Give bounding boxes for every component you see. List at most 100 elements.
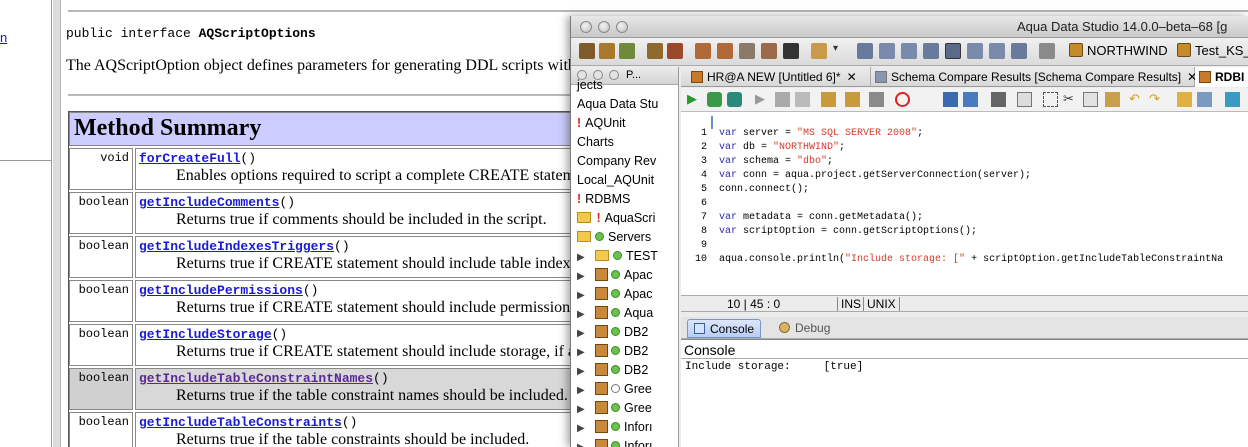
grid-icon[interactable] bbox=[923, 43, 939, 59]
tool-icon[interactable] bbox=[1225, 92, 1240, 107]
code-line[interactable]: aqua.console.println("Include storage: [… bbox=[719, 254, 1223, 265]
expand-arrow-icon[interactable]: ▶ bbox=[577, 381, 589, 400]
breakpoint-icon[interactable] bbox=[895, 92, 910, 107]
database-selector-test[interactable]: Test_KS_ bbox=[1177, 43, 1248, 58]
code-line[interactable]: var metadata = conn.getMetadata(); bbox=[719, 212, 923, 223]
tree-item[interactable]: jects bbox=[571, 76, 678, 95]
close-window-button[interactable] bbox=[580, 21, 592, 33]
tab-hr-new[interactable]: HR@A NEW [Untitled 6]* ✕ bbox=[687, 67, 871, 87]
query-icon[interactable] bbox=[783, 43, 799, 59]
redo-icon[interactable]: ↷ bbox=[1149, 92, 1164, 107]
step-into-icon[interactable] bbox=[845, 92, 860, 107]
expand-arrow-icon[interactable]: ▶ bbox=[577, 286, 589, 305]
tree-item[interactable]: ▶ Apac bbox=[571, 285, 678, 304]
method-name[interactable]: getIncludePermissions bbox=[139, 283, 303, 298]
select-icon[interactable] bbox=[1043, 92, 1058, 107]
tree-item[interactable]: ! AquaScri bbox=[571, 209, 678, 228]
run-selection-icon[interactable] bbox=[727, 92, 742, 107]
cut-icon[interactable]: ✂ bbox=[1063, 92, 1078, 107]
new-file-icon[interactable] bbox=[1017, 92, 1032, 107]
expand-arrow-icon[interactable]: ▶ bbox=[577, 419, 589, 438]
stop-icon[interactable] bbox=[775, 92, 790, 107]
grid-icon[interactable] bbox=[857, 43, 873, 59]
code-line[interactable]: var db = "NORTHWIND"; bbox=[719, 142, 845, 153]
tree-item[interactable]: Charts bbox=[571, 133, 678, 152]
step-icon[interactable]: ▶ bbox=[755, 92, 770, 107]
dropdown-arrow-icon[interactable]: ▾ bbox=[833, 43, 849, 59]
tree-item[interactable]: Servers bbox=[571, 228, 678, 247]
tool-icon[interactable] bbox=[667, 43, 683, 59]
method-name[interactable]: getIncludeTableConstraints bbox=[139, 415, 342, 430]
code-line[interactable]: var scriptOption = conn.getScriptOptions… bbox=[719, 226, 977, 237]
chart-icon[interactable] bbox=[1039, 43, 1055, 59]
script-editor[interactable]: 1 2 3 4 5 6 7 8 9 10 var server = "MS SQL SERVER … bbox=[681, 112, 1248, 295]
tree-item[interactable]: ▶ Aqua bbox=[571, 304, 678, 323]
expand-arrow-icon[interactable]: ▶ bbox=[577, 305, 589, 324]
expand-arrow-icon[interactable]: ▶ bbox=[577, 248, 589, 267]
grid-icon[interactable] bbox=[1011, 43, 1027, 59]
save-icon[interactable] bbox=[943, 92, 958, 107]
format-icon[interactable] bbox=[1177, 92, 1192, 107]
server-icon[interactable] bbox=[599, 43, 615, 59]
database-selector-northwind[interactable]: NORTHWIND bbox=[1069, 43, 1168, 58]
tab-console[interactable]: Console bbox=[687, 319, 762, 338]
tree-item[interactable]: ▶ TEST bbox=[571, 247, 678, 266]
tree-item[interactable]: ▶ DB2 bbox=[571, 323, 678, 342]
grid-icon[interactable] bbox=[967, 43, 983, 59]
method-name[interactable]: getIncludeStorage bbox=[139, 327, 272, 342]
step-over-icon[interactable] bbox=[821, 92, 836, 107]
tree-item[interactable]: Aqua Data Stu bbox=[571, 95, 678, 114]
expand-arrow-icon[interactable]: ▶ bbox=[577, 362, 589, 381]
undo-icon[interactable]: ↶ bbox=[1129, 92, 1144, 107]
method-name[interactable]: getIncludeIndexesTriggers bbox=[139, 239, 334, 254]
tree-item[interactable]: ! RDBMS bbox=[571, 190, 678, 209]
minimize-window-button[interactable] bbox=[598, 21, 610, 33]
zoom-window-button[interactable] bbox=[616, 21, 628, 33]
code-line[interactable]: var schema = "dbo"; bbox=[719, 156, 833, 167]
register-icon[interactable] bbox=[619, 43, 635, 59]
code-line[interactable]: var server = "MS SQL SERVER 2008"; bbox=[719, 128, 923, 139]
query-icon[interactable] bbox=[695, 43, 711, 59]
window-titlebar[interactable]: Aqua Data Studio 14.0.0–beta–68 [g bbox=[571, 16, 1248, 38]
code-line[interactable]: var conn = aqua.project.getServerConnect… bbox=[719, 170, 1031, 181]
run-icon[interactable]: ▶ bbox=[687, 92, 702, 107]
tab-schema-compare[interactable]: Schema Compare Results [Schema Compare R… bbox=[871, 67, 1197, 87]
tab-debug[interactable]: Debug bbox=[773, 319, 836, 338]
step-out-icon[interactable] bbox=[869, 92, 884, 107]
query-icon[interactable] bbox=[717, 43, 733, 59]
tree-item[interactable]: ! AQUnit bbox=[571, 114, 678, 133]
tree-item[interactable]: ▶ Inforı bbox=[571, 437, 678, 447]
tree-item[interactable]: ▶ Inforı bbox=[571, 418, 678, 437]
tree-item[interactable]: ▶ Gree bbox=[571, 380, 678, 399]
expand-arrow-icon[interactable]: ▶ bbox=[577, 343, 589, 362]
save-as-icon[interactable] bbox=[963, 92, 978, 107]
close-tab-icon[interactable]: ✕ bbox=[847, 70, 857, 84]
grid-icon[interactable] bbox=[901, 43, 917, 59]
query-icon[interactable] bbox=[739, 43, 755, 59]
method-name[interactable]: getIncludeTableConstraintNames bbox=[139, 371, 373, 386]
run-step-icon[interactable] bbox=[707, 92, 722, 107]
tree-item[interactable]: ▶ Gree bbox=[571, 399, 678, 418]
tool-icon[interactable] bbox=[647, 43, 663, 59]
tree-item[interactable]: ▶ DB2 bbox=[571, 361, 678, 380]
expand-arrow-icon[interactable]: ▶ bbox=[577, 438, 589, 447]
query-icon[interactable] bbox=[761, 43, 777, 59]
paste-icon[interactable] bbox=[1105, 92, 1120, 107]
expand-arrow-icon[interactable]: ▶ bbox=[577, 324, 589, 343]
tree-item[interactable]: Company Rev bbox=[571, 152, 678, 171]
grid-icon[interactable] bbox=[945, 43, 961, 59]
print-icon[interactable] bbox=[991, 92, 1006, 107]
tree-item[interactable]: ▶ DB2 bbox=[571, 342, 678, 361]
expand-arrow-icon[interactable]: ▶ bbox=[577, 400, 589, 419]
tab-rdbms-script[interactable]: RDBI bbox=[1195, 67, 1248, 87]
method-name[interactable]: forCreateFull bbox=[139, 151, 240, 166]
method-name[interactable]: getIncludeComments bbox=[139, 195, 279, 210]
grid-icon[interactable] bbox=[989, 43, 1005, 59]
link-fragment[interactable]: n bbox=[0, 30, 7, 45]
code-line[interactable]: conn.connect(); bbox=[719, 184, 809, 195]
expand-arrow-icon[interactable]: ▶ bbox=[577, 267, 589, 286]
tool-icon[interactable] bbox=[1197, 92, 1212, 107]
grid-icon[interactable] bbox=[879, 43, 895, 59]
pause-icon[interactable] bbox=[795, 92, 810, 107]
open-icon[interactable] bbox=[579, 43, 595, 59]
